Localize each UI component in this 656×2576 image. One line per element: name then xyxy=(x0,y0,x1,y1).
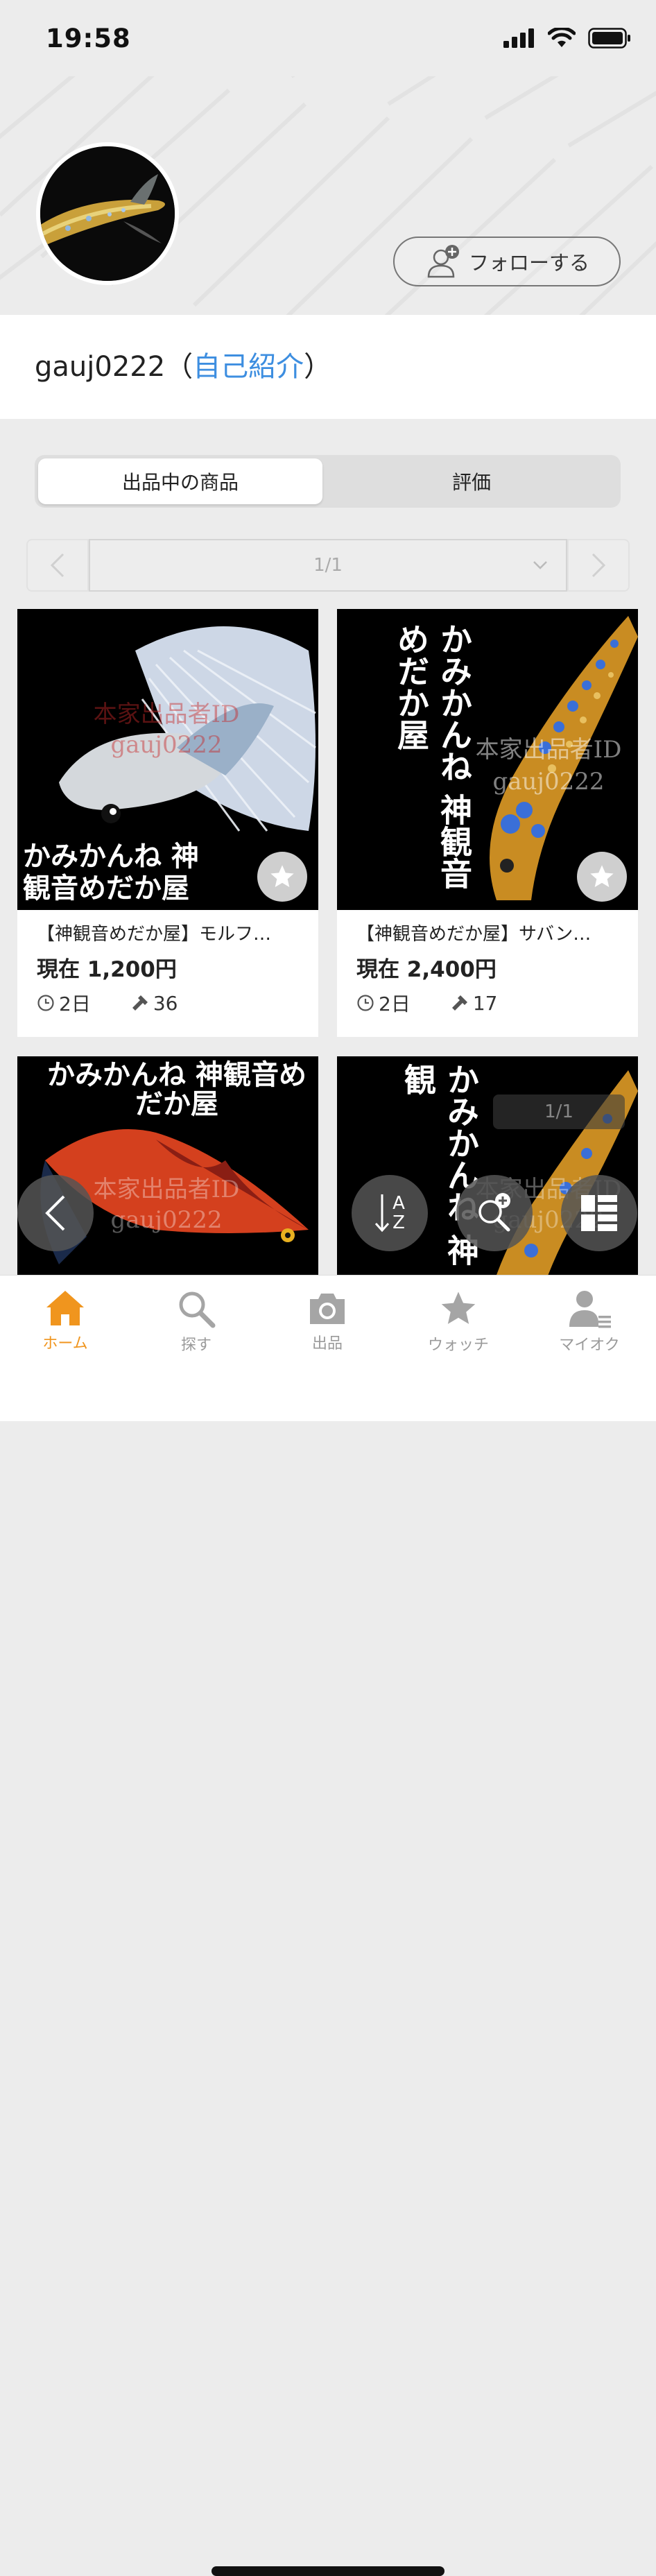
status-time: 19:58 xyxy=(46,24,131,53)
self-intro-link[interactable]: 自己紹介 xyxy=(193,351,304,383)
item-title: 【神観音めだか屋】モルフ… xyxy=(37,924,272,945)
search-add-fab[interactable] xyxy=(456,1175,533,1251)
bid-count: 17 xyxy=(451,991,498,1015)
avatar-fish-image xyxy=(40,146,175,281)
camera-icon xyxy=(310,1294,345,1324)
username: gauj0222 xyxy=(35,351,166,383)
tabbar-search[interactable]: 探す xyxy=(144,1289,248,1355)
time-left-value: 2日 xyxy=(379,993,411,1015)
pager-next-button[interactable] xyxy=(567,539,630,592)
sort-fab[interactable]: A Z xyxy=(352,1175,428,1251)
watch-button[interactable] xyxy=(257,852,307,902)
sort-arrow-icon xyxy=(374,1194,390,1233)
tab-listed-items[interactable]: 出品中の商品 xyxy=(38,458,322,504)
time-left: 2日 xyxy=(37,989,91,1017)
tabbar-watch[interactable]: ウォッチ xyxy=(406,1289,510,1355)
bid-count-value: 17 xyxy=(472,991,498,1015)
paren-open: （ xyxy=(165,351,193,383)
tabbar-search-label: 探す xyxy=(180,1337,212,1354)
time-left: 2日 xyxy=(356,989,411,1017)
item-meta: 2日 17 xyxy=(356,989,497,1017)
user-icon xyxy=(569,1291,611,1328)
user-row: gauj0222（自己紹介） xyxy=(0,315,656,419)
item-image-caption: かみかんね 神観音めだか屋 xyxy=(392,623,473,890)
search-plus-icon xyxy=(478,1193,510,1232)
sort-label-top: A xyxy=(392,1193,405,1214)
item-title: 【神観音めだか屋】サバン… xyxy=(356,924,592,945)
tab-ratings[interactable]: 評価 xyxy=(326,458,617,504)
bottom-tab-bar: ホーム 探す 出品 ウォッチ マイオク xyxy=(0,1275,656,2576)
avatar[interactable] xyxy=(36,142,179,285)
item-image-caption: かみかんね 神観音めだか屋 xyxy=(47,1058,307,1120)
tabbar-mypage[interactable]: マイオク xyxy=(537,1289,641,1355)
profile-header: フォローする xyxy=(0,76,656,315)
back-fab[interactable] xyxy=(17,1175,94,1251)
gavel-icon xyxy=(451,995,467,1011)
sort-az-label: A Z xyxy=(392,1194,405,1233)
signal-icon xyxy=(503,28,534,48)
battery-icon xyxy=(588,28,630,49)
user-name-line: gauj0222（自己紹介） xyxy=(35,344,331,384)
chevron-left-icon xyxy=(45,1195,65,1231)
pager-prev-button[interactable] xyxy=(26,539,89,592)
paren-close: ） xyxy=(304,351,332,383)
wifi-icon xyxy=(548,28,576,47)
home-indicator xyxy=(212,2566,444,2576)
item-card[interactable]: かみかんね 神観音めだか屋 本家出品者ID gauj0222 【神観音めだか屋】… xyxy=(337,609,638,1037)
tabbar-home[interactable]: ホーム xyxy=(13,1289,117,1353)
page-select[interactable]: 1/1 xyxy=(89,539,567,592)
chevron-down-icon xyxy=(533,561,547,569)
follow-button[interactable]: フォローする xyxy=(393,237,621,286)
tabbar-sell-label: 出品 xyxy=(311,1335,343,1353)
gavel-icon xyxy=(132,995,148,1011)
tabbar-mypage-label: マイオク xyxy=(559,1337,620,1354)
star-icon xyxy=(441,1291,476,1324)
item-image-caption: かみかんね 神観音めだか屋 xyxy=(23,840,199,904)
home-icon xyxy=(46,1291,84,1325)
status-bar: 19:58 xyxy=(0,0,656,76)
tabbar-sell[interactable]: 出品 xyxy=(275,1289,379,1353)
bid-count: 36 xyxy=(131,992,178,1015)
item-price: 現在 2,400円 xyxy=(356,957,497,982)
follow-button-label: フォローする xyxy=(468,251,589,275)
status-icons xyxy=(503,28,631,49)
chevron-left-icon xyxy=(50,553,64,578)
clock-icon xyxy=(357,995,374,1011)
grid-view-icon xyxy=(581,1195,617,1231)
item-card[interactable]: かみかんね 神観音めだか屋 本家出品者ID gauj0222 【神観音めだか屋】… xyxy=(17,609,318,1037)
pager: 1/1 xyxy=(26,539,630,592)
item-meta: 2日 36 xyxy=(37,989,178,1017)
item-image-watermark: 本家出品者ID gauj0222 xyxy=(93,701,240,759)
item-image-watermark: 本家出品者ID gauj0222 xyxy=(93,1176,240,1234)
star-icon xyxy=(590,865,614,887)
clock-icon xyxy=(37,995,54,1011)
chevron-right-icon xyxy=(592,553,606,578)
time-left-value: 2日 xyxy=(59,993,91,1015)
follow-user-plus-icon xyxy=(427,245,459,278)
page-select-value: 1/1 xyxy=(313,555,343,576)
star-icon xyxy=(270,865,294,887)
item-image-watermark: 本家出品者ID gauj0222 xyxy=(475,736,622,796)
grid-view-fab[interactable] xyxy=(561,1175,637,1251)
tabbar-watch-label: ウォッチ xyxy=(427,1337,489,1354)
tabbar-home-label: ホーム xyxy=(42,1335,88,1353)
sort-label-bottom: Z xyxy=(392,1212,405,1233)
search-icon xyxy=(179,1291,216,1328)
image-count-badge: 1/1 xyxy=(493,1094,625,1129)
segmented-tabs: 出品中の商品 評価 xyxy=(35,455,621,508)
bid-count-value: 36 xyxy=(153,991,178,1015)
item-price: 現在 1,200円 xyxy=(37,957,177,982)
watch-button[interactable] xyxy=(577,852,627,902)
